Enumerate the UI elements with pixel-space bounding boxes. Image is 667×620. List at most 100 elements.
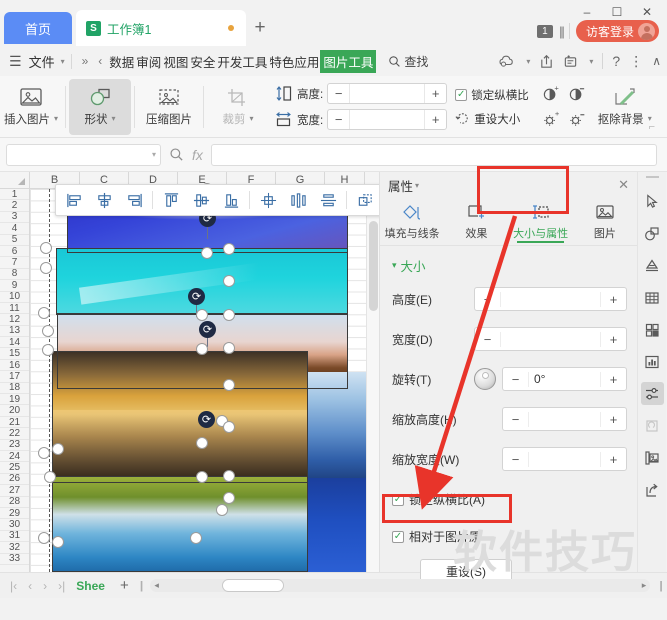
lock-aspect-ratio-checkbox[interactable]: ✓ 锁定纵横比 <box>455 87 529 103</box>
minimize-button[interactable]: – <box>573 2 601 22</box>
row-header-9[interactable]: 9 <box>0 280 29 292</box>
row-header-20[interactable]: 20 <box>0 405 29 417</box>
add-sheet-button[interactable]: + <box>112 577 137 594</box>
chevron-down-icon[interactable]: ▾ <box>526 57 530 66</box>
home-tab[interactable]: 首页 <box>4 12 72 44</box>
align-right-icon[interactable] <box>120 187 148 213</box>
panel-scale-width-stepper[interactable]: − + <box>502 447 627 471</box>
row-header-25[interactable]: 25 <box>0 462 29 474</box>
panel-rotation-increment[interactable]: + <box>600 371 626 387</box>
ribbon-tab-view[interactable]: 视图 <box>162 50 189 73</box>
sheet-tab-sheet1[interactable]: Shee <box>72 579 109 593</box>
row-header-1[interactable]: 1 <box>0 189 29 201</box>
shapes-button[interactable]: 形状 ▾ <box>69 78 131 135</box>
resize-handle[interactable] <box>223 421 235 433</box>
row-header-7[interactable]: 7 <box>0 257 29 269</box>
panel-close-button[interactable]: ✕ <box>618 177 629 193</box>
guest-login-button[interactable]: 访客登录 <box>575 20 659 42</box>
compress-picture-button[interactable]: 压缩图片 <box>138 79 200 135</box>
file-menu[interactable]: 文件 <box>27 52 57 71</box>
horizontal-scrollbar[interactable]: ◂ ▸ <box>150 579 651 592</box>
resize-handle[interactable] <box>190 532 202 544</box>
align-left-icon[interactable] <box>60 187 88 213</box>
panel-width-increment[interactable]: + <box>600 331 626 347</box>
resize-handle[interactable] <box>196 343 208 355</box>
share-icon[interactable] <box>539 54 554 69</box>
row-header-11[interactable]: 11 <box>0 303 29 315</box>
width-decrement-button[interactable]: − <box>328 110 351 129</box>
height-decrement-button[interactable]: − <box>328 84 351 103</box>
floating-align-toolbar[interactable] <box>55 184 379 216</box>
chevron-down-icon[interactable]: ▾ <box>589 57 593 66</box>
row-header-16[interactable]: 16 <box>0 360 29 372</box>
distribute-horizontal-icon[interactable] <box>284 187 312 213</box>
row-header-21[interactable]: 21 <box>0 417 29 429</box>
row-header-30[interactable]: 30 <box>0 519 29 531</box>
resize-handle[interactable] <box>223 309 235 321</box>
row-header-8[interactable]: 8 <box>0 268 29 281</box>
resize-handle[interactable] <box>223 470 235 482</box>
resize-handle[interactable] <box>52 536 64 548</box>
select-cursor-icon[interactable] <box>641 190 664 213</box>
panel-width-decrement[interactable]: − <box>475 331 501 347</box>
crop-button[interactable]: 裁剪 ▾ <box>207 79 269 135</box>
maximize-button[interactable]: ☐ <box>603 2 631 22</box>
brightness-decrease-icon[interactable] <box>568 110 587 129</box>
overflow-menu-icon[interactable]: » <box>78 54 93 68</box>
rotation-handle[interactable]: ⟳ <box>199 321 216 338</box>
resize-handle[interactable] <box>38 532 50 544</box>
scroll-left-arrow[interactable]: ◂ <box>154 580 159 591</box>
picture-green-lake[interactable] <box>52 476 308 572</box>
name-box[interactable]: ▾ <box>6 143 161 166</box>
row-header-19[interactable]: 19 <box>0 394 29 406</box>
help-icon[interactable]: ? <box>612 53 620 69</box>
row-header-17[interactable]: 17 <box>0 371 29 383</box>
row-header-29[interactable]: 29 <box>0 508 29 520</box>
refresh-icon[interactable] <box>641 414 664 437</box>
resize-handle[interactable] <box>52 443 64 455</box>
panel-scale-width-increment[interactable]: + <box>600 451 626 467</box>
resize-handle[interactable] <box>201 247 213 259</box>
resize-handle[interactable] <box>196 309 208 321</box>
sheet-vertical-scrollbar[interactable]: ▴ <box>366 189 379 572</box>
select-all-corner[interactable] <box>0 172 30 188</box>
rail-grip[interactable] <box>645 176 659 178</box>
row-header-18[interactable]: 18 <box>0 382 29 395</box>
document-count-badge[interactable]: 1 <box>536 24 553 38</box>
resize-handle[interactable] <box>223 342 235 354</box>
tab-size-and-properties[interactable]: 大小与属性 <box>509 198 573 245</box>
align-to-grid-icon[interactable] <box>254 187 282 213</box>
ribbon-tab-review[interactable]: 审阅 <box>135 50 162 73</box>
panel-scale-height-decrement[interactable]: − <box>503 411 529 427</box>
row-header-32[interactable]: 32 <box>0 542 29 554</box>
tab-fill-and-line[interactable]: 填充与线条 <box>380 198 444 245</box>
panel-rotation-decrement[interactable]: − <box>503 371 529 387</box>
rotation-handle[interactable]: ⟳ <box>198 411 215 428</box>
width-increment-button[interactable]: + <box>424 110 446 129</box>
row-header-33[interactable]: 33 <box>0 553 29 565</box>
panel-scale-height-increment[interactable]: + <box>600 411 626 427</box>
zoom-find-icon[interactable] <box>169 147 184 162</box>
scroll-right-arrow[interactable]: ▸ <box>642 580 647 591</box>
row-header-26[interactable]: 26 <box>0 473 29 486</box>
row-header-23[interactable]: 23 <box>0 439 29 451</box>
picture-venice-canal[interactable] <box>52 351 308 483</box>
properties-icon[interactable] <box>640 382 664 405</box>
new-tab-button[interactable]: + <box>246 10 274 46</box>
ribbon-tab-featured-apps[interactable]: 特色应用 <box>268 50 320 73</box>
resize-handle[interactable] <box>223 492 235 504</box>
chevron-down-icon[interactable]: ▾ <box>61 57 65 66</box>
cells-area[interactable]: ⟳ ⟳ ⟳ ⟳ <box>30 183 379 572</box>
export-icon[interactable] <box>641 478 664 501</box>
resize-handle[interactable] <box>40 262 52 274</box>
section-collapse-icon[interactable]: ▾ <box>392 260 397 271</box>
resize-handle[interactable] <box>40 242 52 254</box>
row-header-24[interactable]: 24 <box>0 451 29 463</box>
ribbon-tab-security[interactable]: 安全 <box>189 50 216 73</box>
reset-size-button[interactable]: 重设大小 <box>455 111 529 127</box>
chevron-down-icon[interactable]: ▾ <box>415 181 419 190</box>
splitter-grip[interactable]: || <box>140 580 143 592</box>
spreadsheet-grid[interactable]: B C D E F G H 1 2 3 4 5 6 7 8 9 10 11 12 13 14 15 16 17 1… <box>0 172 379 572</box>
stacked-docs-icon[interactable]: ||| <box>559 24 565 39</box>
resize-handle[interactable] <box>196 437 208 449</box>
